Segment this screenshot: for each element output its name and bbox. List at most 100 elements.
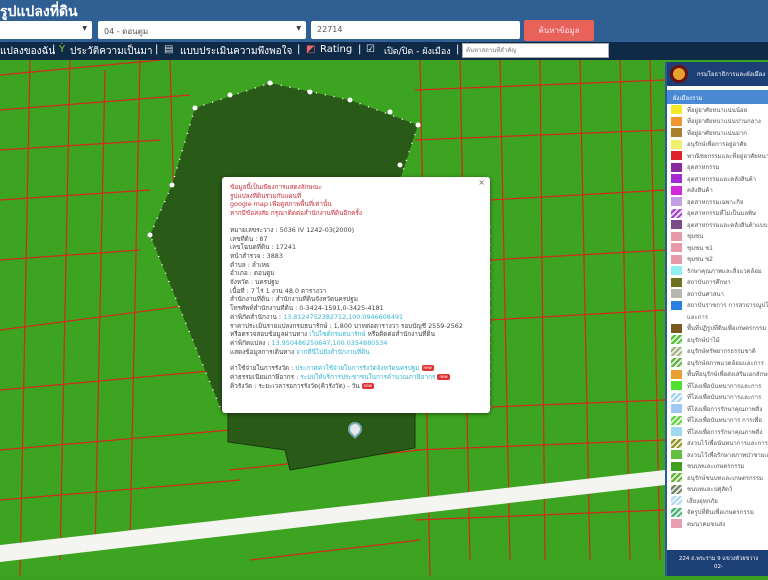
survey-page: หน้าสำรวจ : 3883: [230, 251, 283, 260]
plan-checkbox[interactable]: ☑: [366, 44, 375, 55]
tax-link[interactable]: ระบบให้บริการประชาชนในการคำนวณภาษีอากร: [300, 373, 435, 381]
legend-item: ชนบทและเกษตรกรรม: [667, 461, 768, 473]
legend-item: สงวนไว้เพื่อนันทนาการและการ: [667, 438, 768, 450]
legend-swatch: [671, 369, 682, 379]
close-icon[interactable]: ×: [478, 178, 485, 188]
legend-label: อุตสาหกรรมและคลังสินค้าแบบ: [687, 221, 768, 229]
legend-label: คมนาคมขนส่ง: [687, 520, 726, 528]
legend-label: สถาบันราชการ การสาธารณูปโภค: [687, 302, 768, 310]
legend-swatch: [671, 461, 682, 471]
legend-swatch: [671, 162, 682, 172]
legend-item: และการ: [667, 311, 768, 323]
treasury-link[interactable]: เว็บไซต์กรมธนารักษ์: [309, 330, 365, 338]
parcel-coord-link[interactable]: 13.950486250647,100.0354880534: [272, 339, 388, 347]
legend-item: ที่อยู่อาศัยหนาแน่นปานกลาง: [667, 116, 768, 128]
legend-label: ที่โล่งเพื่อการรักษาคุณภาพสิ่ง: [687, 428, 763, 436]
legend-item: อนุรักษ์ทรัพยากรธรรมชาติ: [667, 346, 768, 358]
legend-footer: 224 ถ.พระราม 9 แขวงห้วยขวาง 02-: [667, 550, 768, 576]
province-select[interactable]: ▼: [0, 21, 92, 39]
parcel-coordinates: ค่าพิกัดแปลง : 13.950486250647,100.03548…: [230, 338, 388, 347]
route-link[interactable]: จากที่นี่ไปยังสำนักงานที่ดิน: [296, 348, 369, 356]
legend-item: อนุรักษ์สภาพแวดล้อมและการ: [667, 357, 768, 369]
legend-swatch: [671, 277, 682, 287]
legend-item: คลังสินค้า: [667, 185, 768, 197]
treasury-check: หรือตรวจสอบข้อมูลผ่านทาง เว็บไซต์กรมธนาร…: [230, 330, 435, 339]
legend-item: ที่อยู่อาศัยหนาแน่นมาก: [667, 127, 768, 139]
legend-swatch: [671, 507, 682, 517]
legend-swatch: [671, 358, 682, 368]
legend-swatch: [671, 197, 682, 207]
legend-swatch: [671, 243, 682, 253]
parcel-number: เลขที่ดิน : 87: [230, 234, 268, 243]
appraisal-price: ราคาประเมินรายแปลงกรมธนารักษ์ : 1,800 บา…: [230, 321, 463, 330]
legend-label: ชนบทและปศุสัตว์: [687, 486, 733, 494]
survey-queue: คิวรังวัด : ระยะเวลารอการรังวัด(คิวรังวั…: [230, 381, 374, 390]
legend-swatch: [671, 450, 682, 460]
legend-item: พาณิชยกรรมและที่อยู่อาศัยหนาแน่นมาก: [667, 150, 768, 162]
legend-swatch: [671, 185, 682, 195]
legend-label: อนุรักษ์สภาพแวดล้อมและการ: [687, 359, 764, 367]
toggle-plan-label[interactable]: เปิด/ปิด - ผังเมือง: [384, 44, 451, 58]
history-link[interactable]: ประวัติความเป็นมา: [70, 44, 153, 59]
legend-item: อนุรักษ์ป่าไม้: [667, 334, 768, 346]
legend-item: ชนบทและปศุสัตว์: [667, 484, 768, 496]
legend-item: ที่โล่งเพื่อการรักษาคุณภาพสิ่ง: [667, 403, 768, 415]
legend-swatch: [671, 266, 682, 276]
fee-link[interactable]: ประกาศค่าใช้จ่ายในการรังวัดจังหวัดนครปฐม: [295, 364, 419, 372]
document-icon: ▤: [164, 44, 174, 55]
legend-item: พื้นที่ปฏิรูปที่ดินเพื่อเกษตรกรรม: [667, 323, 768, 335]
office-coordinates: ค่าพิกัดสำนักงาน : 13.8124752382712,100.…: [230, 312, 404, 321]
legend-swatch: [671, 254, 682, 264]
legend-item: รักษาคุณภาพและสิ่งแวดล้อม: [667, 265, 768, 277]
land-office: สำนักงานที่ดิน : สำนักงานที่ดินจังหวัดนค…: [230, 295, 358, 304]
tax-fee: ค่าธรรมเนียมภาษีอากร : ระบบให้บริการประช…: [230, 373, 450, 382]
place-search-input[interactable]: [462, 43, 609, 58]
chart-icon: ◩: [306, 44, 316, 55]
legend-label: สถาบันการศึกษา: [687, 279, 731, 287]
deed-number: เลขโฉนดที่ดิน : 17241: [230, 243, 297, 252]
legend-item: อุตสาหกรรมและคลังสินค้า: [667, 173, 768, 185]
district-select[interactable]: 04 - ดอนตูม ▼: [98, 21, 306, 39]
survey-link[interactable]: แบบประเมินความพึงพอใจ: [180, 44, 292, 59]
legend-label: อนุรักษ์ป่าไม้: [687, 336, 720, 344]
legend-panel: กรมโยธาธิการและผังเมือง ผังเมืองรวม ที่อ…: [665, 62, 768, 576]
office-coord-link[interactable]: 13.8124752382712,100.0946608491: [283, 313, 403, 321]
legend-label: พื้นที่อนุรักษ์เพื่อส่งเสริมเอกลักษณ์: [687, 371, 768, 379]
legend-item: สถาบันราชการ การสาธารณูปโภค: [667, 300, 768, 312]
route-info: แสดงข้อมูลการเดินทาง จากที่นี่ไปยังสำนัก…: [230, 347, 370, 356]
office-phone: โทรศัพท์สำนักงานที่ดิน : 0-3424-1591,0-3…: [230, 304, 384, 313]
legend-swatch: [671, 128, 682, 138]
legend-label: ที่อยู่อาศัยหนาแน่นน้อย: [687, 106, 748, 114]
my-parcels-link[interactable]: แปลงของฉัน: [0, 44, 55, 59]
legend-swatch: [671, 519, 682, 529]
parcel-info-popup: × ข้อมูลนี้เป็นเพียงการแสดงลักษณะ รูปแปลง…: [222, 177, 490, 413]
legend-label: คลังสินค้า: [687, 187, 713, 195]
legend-item: สถาบันการศึกษา: [667, 277, 768, 289]
legend-label: สงวนไว้เพื่อนันทนาการและการ: [687, 440, 768, 448]
rating-link[interactable]: Rating: [320, 44, 352, 55]
legend-item: อุตสาหกรรมที่ไม่เป็นมลพิษ: [667, 208, 768, 220]
legend-item: คมนาคมขนส่ง: [667, 518, 768, 530]
parcel-number-input[interactable]: 22714: [311, 21, 520, 39]
new-badge: new: [437, 374, 450, 381]
legend-swatch: [671, 415, 682, 425]
legend-label: อุตสาหกรรมที่ไม่เป็นมลพิษ: [687, 210, 756, 218]
legend-label: อนุรักษ์ชนบทและเกษตรกรรม: [687, 474, 764, 482]
legend-swatch: [671, 116, 682, 126]
legend-label: สงวนไว้เพื่อรักษาสภาพป่าชายเลน: [687, 451, 768, 459]
legend-item: ชุมชน ช2: [667, 254, 768, 266]
new-badge: new: [361, 382, 374, 389]
legend-label: อุตสาหกรรมเฉพาะกิจ: [687, 198, 744, 206]
legend-swatch: [671, 151, 682, 161]
legend-swatch: [671, 346, 682, 356]
legend-swatch: [671, 427, 682, 437]
sheet-number: หมายเลขระวาง : 5036 IV 1242-03(2000): [230, 225, 355, 234]
chevron-down-icon: ▼: [82, 25, 87, 32]
legend-swatch: [671, 438, 682, 448]
legend-item: ที่โล่งเพื่อนันทนาการ การเพื่อ: [667, 415, 768, 427]
search-button[interactable]: ค้นหาข้อมูล: [524, 20, 594, 41]
legend-label: ที่โล่งเพื่อนันทนาการและการ: [687, 382, 762, 390]
legend-swatch: [671, 484, 682, 494]
legend-swatch: [671, 335, 682, 345]
legend-label: พื้นที่ปฏิรูปที่ดินเพื่อเกษตรกรรม: [687, 325, 767, 333]
